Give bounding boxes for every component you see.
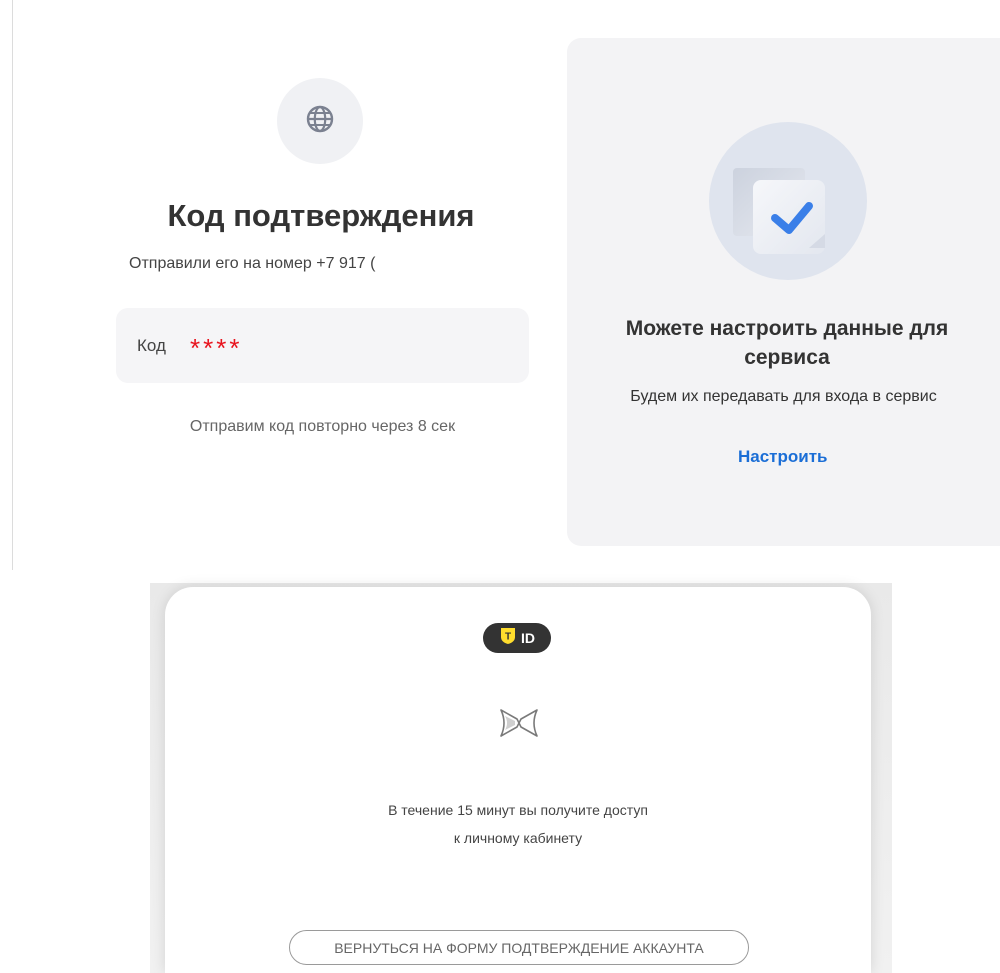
confirmation-screen: Код подтверждения Отправили его на номер… <box>0 0 1000 575</box>
t-id-label: ID <box>521 630 535 646</box>
setup-illustration <box>709 122 867 280</box>
t-id-logo: T ID <box>483 623 551 653</box>
access-dialog: T ID В течение 15 минут вы получите дост… <box>165 587 871 973</box>
access-message-line-2: к личному кабинету <box>453 830 583 846</box>
resend-countdown-text: Отправим код повторно через 8 сек <box>189 418 456 435</box>
t-letter: T <box>505 631 511 642</box>
code-input-value[interactable]: **** <box>190 335 242 361</box>
left-edge-line <box>12 0 13 570</box>
page-title: Код подтверждения <box>167 198 475 233</box>
setup-link[interactable]: Настроить <box>738 447 828 467</box>
service-setup-card: Можете настроить данные для сервиса Буде… <box>567 38 1000 546</box>
code-field-label: Код <box>137 336 166 355</box>
back-to-confirmation-button[interactable]: ВЕРНУТЬСЯ НА ФОРМУ ПОДТВЕРЖДЕНИЕ АККАУНТ… <box>289 930 749 965</box>
access-pending-screen: T ID В течение 15 минут вы получите дост… <box>0 575 1000 973</box>
ribbon-icon <box>499 706 539 745</box>
phone-redaction <box>444 250 524 274</box>
globe-icon <box>305 104 335 139</box>
checkmark-icon <box>709 168 867 284</box>
access-message-line-1: В течение 15 минут вы получите доступ <box>388 802 648 818</box>
t-shield-icon: T <box>499 627 517 650</box>
globe-badge <box>277 78 363 164</box>
setup-title: Можете настроить данные для сервиса <box>625 317 949 369</box>
sent-to-phone-text: Отправили его на номер +7 917 ( <box>129 255 376 272</box>
setup-description: Будем их передавать для входа в сервис <box>630 388 937 405</box>
code-input-field[interactable]: Код **** <box>116 308 529 383</box>
